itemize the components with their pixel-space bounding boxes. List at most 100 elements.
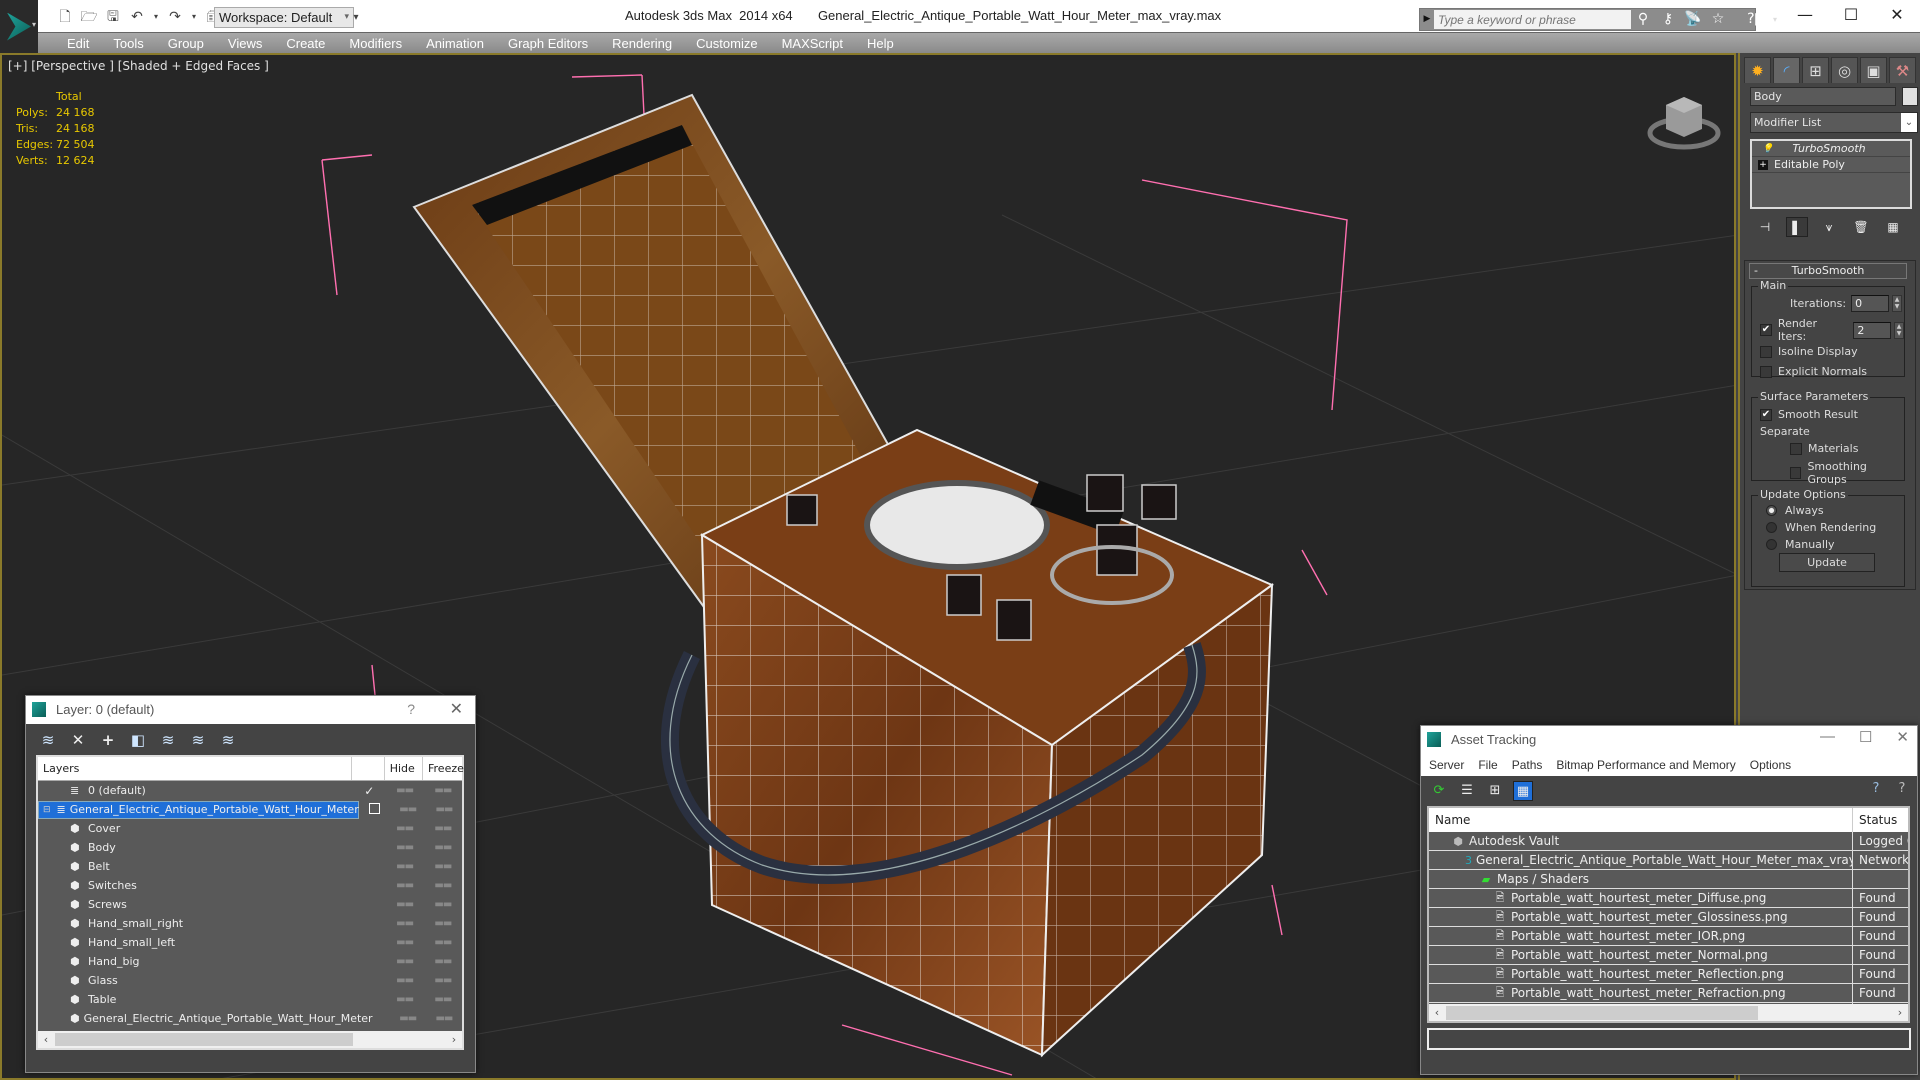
- show-end-result-icon[interactable]: ▌: [1786, 217, 1808, 237]
- redo-icon[interactable]: ↷: [166, 8, 184, 26]
- tree-view-icon[interactable]: ⊞: [1485, 781, 1505, 801]
- asset-row[interactable]: 🖻 Portable_watt_hourtest_meter_Normal.png…: [1429, 946, 1908, 965]
- freeze-toggle[interactable]: ▬▬: [424, 842, 462, 853]
- render-iters-checkbox[interactable]: ✔: [1760, 324, 1772, 336]
- star-icon[interactable]: ☆: [1709, 10, 1727, 29]
- asset-path-field[interactable]: [1427, 1028, 1911, 1050]
- current-layer-indicator[interactable]: [359, 802, 390, 817]
- menu-views[interactable]: Views: [216, 33, 274, 53]
- column-name[interactable]: Name: [1429, 808, 1853, 832]
- viewport-label[interactable]: [+] [Perspective ] [Shaded + Edged Faces…: [8, 59, 269, 73]
- minimize-button[interactable]: —: [1820, 728, 1835, 746]
- row-name-cell[interactable]: ⬢ Belt: [38, 858, 353, 876]
- open-folder-icon[interactable]: 🗁: [80, 8, 98, 26]
- create-tab-icon[interactable]: ✹: [1744, 57, 1771, 83]
- row-name-cell[interactable]: ⬢ Glass: [38, 972, 353, 990]
- help-icon[interactable]: ?⃝: [1746, 10, 1764, 29]
- menu-paths[interactable]: Paths: [1512, 754, 1543, 776]
- menu-server[interactable]: Server: [1429, 754, 1464, 776]
- freeze-toggle[interactable]: ▬▬: [424, 899, 462, 910]
- object-row[interactable]: ⬢ Hand_small_left ▬▬ ▬▬: [38, 933, 462, 952]
- minimize-button[interactable]: —: [1782, 0, 1828, 30]
- column-freeze[interactable]: Freeze: [423, 757, 464, 780]
- menu-edit[interactable]: Edit: [55, 33, 101, 53]
- asset-row[interactable]: 🖻 Portable_watt_hourtest_meter_Diffuse.pn…: [1429, 889, 1908, 908]
- column-layers[interactable]: Layers: [38, 757, 353, 780]
- row-name-cell[interactable]: ⬢ Hand_small_right: [38, 915, 353, 933]
- freeze-toggle[interactable]: ▬▬: [424, 861, 462, 872]
- smoothing-groups-checkbox[interactable]: [1790, 467, 1802, 479]
- asset-row[interactable]: ⬢ Autodesk Vault Logged Out: [1429, 832, 1908, 851]
- scrollbar-thumb[interactable]: [55, 1033, 353, 1046]
- menu-rendering[interactable]: Rendering: [600, 33, 684, 53]
- freeze-toggle[interactable]: ▬▬: [424, 994, 462, 1005]
- scroll-right-icon[interactable]: ›: [446, 1031, 462, 1048]
- redo-dropdown-icon[interactable]: ▾: [190, 8, 198, 26]
- refresh-icon[interactable]: ⟳: [1429, 781, 1449, 801]
- column-status[interactable]: Status: [1853, 808, 1897, 832]
- hide-toggle[interactable]: ▬▬: [385, 861, 423, 872]
- scrollbar-thumb[interactable]: [1446, 1006, 1758, 1020]
- hide-toggle[interactable]: ▬▬: [385, 880, 423, 891]
- asset-row[interactable]: 🖻 Portable_watt_hourtest_meter_Glossiness…: [1429, 908, 1908, 927]
- toolbar-overflow-icon[interactable]: ▾: [350, 7, 362, 28]
- dialog-titlebar[interactable]: Layer: 0 (default) ? ✕: [26, 696, 475, 724]
- create-layer-icon[interactable]: ≋: [38, 730, 58, 750]
- object-name-field[interactable]: Body: [1750, 87, 1896, 106]
- row-name-cell[interactable]: ⬢ Hand_small_left: [38, 934, 353, 952]
- freeze-toggle[interactable]: ▬▬: [426, 804, 462, 815]
- list-view-icon[interactable]: ☰: [1457, 781, 1477, 801]
- object-row[interactable]: ⬢ Glass ▬▬ ▬▬: [38, 971, 462, 990]
- hide-toggle[interactable]: ▬▬: [385, 785, 423, 796]
- menu-customize[interactable]: Customize: [684, 33, 769, 53]
- when-rendering-radio[interactable]: [1766, 522, 1777, 533]
- plus-box-icon[interactable]: +: [1758, 159, 1768, 170]
- spinner-arrows-icon[interactable]: ▲ ▼: [1892, 295, 1903, 312]
- row-name-cell[interactable]: ⊟ ≣ General_Electric_Antique_Portable_Watt…: [38, 800, 359, 819]
- close-button[interactable]: ✕: [1874, 0, 1920, 30]
- object-row[interactable]: ⬢ Hand_big ▬▬ ▬▬: [38, 952, 462, 971]
- spinner-arrows-icon[interactable]: ▲ ▼: [1894, 321, 1905, 339]
- modify-tab-icon[interactable]: ◜: [1773, 57, 1800, 83]
- scroll-left-icon[interactable]: ‹: [38, 1031, 54, 1048]
- column-hide[interactable]: Hide: [385, 757, 423, 780]
- menu-bitmap-performance[interactable]: Bitmap Performance and Memory: [1556, 754, 1735, 776]
- render-iters-spinner[interactable]: 2: [1853, 321, 1892, 339]
- manually-radio[interactable]: [1766, 539, 1777, 550]
- update-button[interactable]: Update: [1779, 553, 1875, 572]
- object-row[interactable]: ⬢ Table ▬▬ ▬▬: [38, 990, 462, 1009]
- smooth-result-checkbox[interactable]: ✔: [1760, 408, 1772, 421]
- make-unique-icon[interactable]: ⩛: [1818, 217, 1840, 237]
- object-row[interactable]: ⬢ Screws ▬▬ ▬▬: [38, 895, 462, 914]
- maximize-button[interactable]: ☐: [1828, 0, 1874, 30]
- configure-sets-icon[interactable]: ▦: [1882, 217, 1904, 237]
- menu-help[interactable]: Help: [855, 33, 906, 53]
- close-button[interactable]: ✕: [450, 699, 463, 719]
- freeze-toggle[interactable]: ▬▬: [424, 937, 462, 948]
- menu-create[interactable]: Create: [274, 33, 337, 53]
- menu-file[interactable]: File: [1478, 754, 1497, 776]
- freeze-toggle[interactable]: ▬▬: [424, 785, 462, 796]
- object-row[interactable]: ⬢ Switches ▬▬ ▬▬: [38, 876, 462, 895]
- stack-item-turbosmooth[interactable]: 💡 TurboSmooth: [1752, 141, 1910, 157]
- help-online-icon[interactable]: ?: [1867, 781, 1885, 796]
- remove-modifier-icon[interactable]: 🗑: [1850, 217, 1872, 237]
- save-icon[interactable]: 🖫: [104, 8, 122, 26]
- highlight-layer-icon[interactable]: ≋: [188, 730, 208, 750]
- object-row[interactable]: ⬢ Belt ▬▬ ▬▬: [38, 857, 462, 876]
- workspace-dropdown[interactable]: Workspace: Default ▾: [214, 7, 354, 28]
- asset-row[interactable]: 🖻 Portable_watt_hourtest_meter_Reflection…: [1429, 965, 1908, 984]
- satellite-icon[interactable]: 📡: [1684, 10, 1702, 29]
- layer-row[interactable]: ⊟ ≣ General_Electric_Antique_Portable_Watt…: [38, 800, 462, 819]
- menu-group[interactable]: Group: [156, 33, 216, 53]
- materials-checkbox[interactable]: [1790, 442, 1802, 455]
- menu-graph-editors[interactable]: Graph Editors: [496, 33, 600, 53]
- binoculars-icon[interactable]: ⚲: [1634, 10, 1652, 29]
- object-row[interactable]: ⬢ Cover ▬▬ ▬▬: [38, 819, 462, 838]
- utilities-tab-icon[interactable]: ⚒: [1889, 57, 1916, 83]
- row-name-cell[interactable]: ⬢ Screws: [38, 896, 353, 914]
- help-button[interactable]: ?: [407, 701, 415, 717]
- maximize-button[interactable]: ☐: [1859, 728, 1872, 746]
- object-row[interactable]: ⬢ Body ▬▬ ▬▬: [38, 838, 462, 857]
- hide-unhide-all-icon[interactable]: ≋: [218, 730, 238, 750]
